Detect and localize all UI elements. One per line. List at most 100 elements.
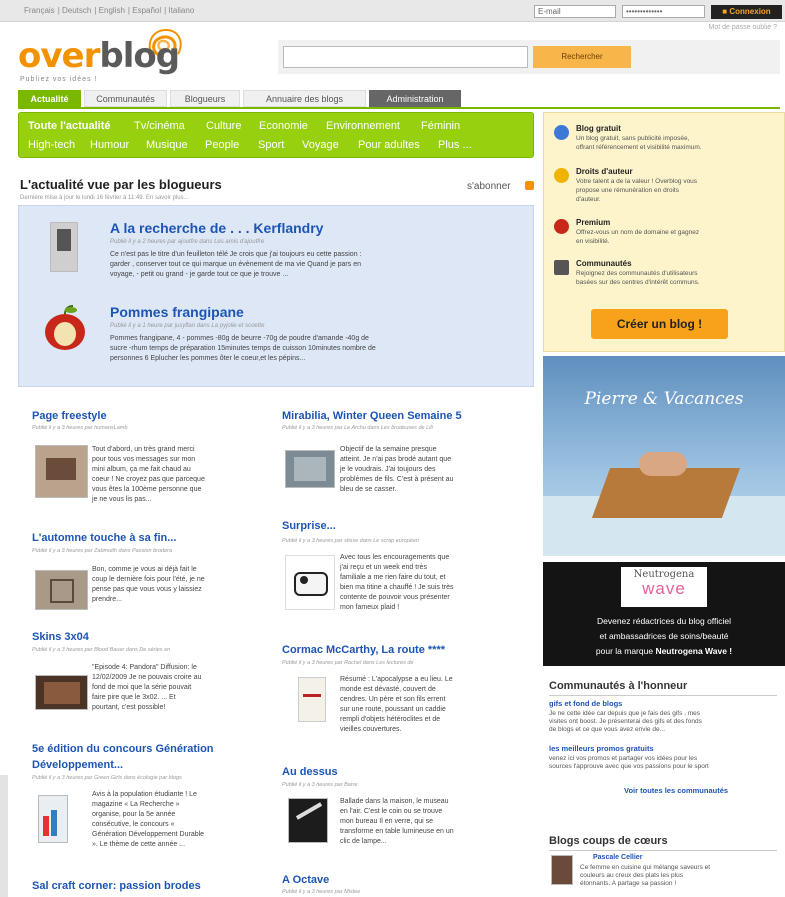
search-button[interactable]: Rechercher — [533, 46, 631, 68]
excerpt-line: Avis à la population étudiante ! Le — [92, 791, 197, 798]
lang-link[interactable]: English — [99, 6, 125, 15]
excerpt-line: garder , conserver tout ce qui marque un… — [110, 261, 361, 268]
blogger-name[interactable]: Pascale Cellier — [593, 854, 642, 861]
community-line: visites ont boost. Je présenterai des gi… — [549, 718, 702, 725]
post-title[interactable]: Surprise... — [282, 520, 336, 532]
pierre-vacances-ad[interactable]: Pierre & Vacances — [543, 356, 785, 556]
excerpt-line: sucre -rhum temps de préparation 15minut… — [110, 345, 376, 352]
category-link[interactable]: Humour — [90, 139, 129, 151]
blogger-avatar[interactable] — [551, 855, 573, 885]
photo-icon — [44, 682, 80, 704]
ad-line-plain: pour la marque — [595, 646, 656, 656]
lang-link[interactable]: Deutsch — [62, 6, 91, 15]
category-link[interactable]: Pour adultes — [358, 139, 420, 151]
category-link[interactable]: Culture — [206, 120, 241, 132]
category-link[interactable]: People — [205, 139, 239, 151]
lang-link[interactable]: Español — [132, 6, 161, 15]
excerpt-line: 12/02/2009 Je ne pouvais croire au — [92, 674, 202, 681]
post-title[interactable]: Page freestyle — [32, 410, 107, 422]
feature-title[interactable]: Premium — [576, 218, 610, 227]
tab-actualite[interactable]: Actualité — [18, 90, 81, 107]
tab-communautes[interactable]: Communautés — [84, 90, 167, 107]
tab-blogueurs[interactable]: Blogueurs — [170, 90, 240, 107]
overblog-logo[interactable]: overblog Publiez vos idées ! — [18, 28, 188, 86]
category-link[interactable]: Environnement — [326, 120, 400, 132]
logo-wordmark: overblog — [18, 36, 180, 76]
post-excerpt: Bon, comme je vous ai déjà fait le coup … — [92, 565, 205, 605]
password-field[interactable]: ••••••••••••• — [622, 5, 705, 18]
ad-line: Devenez rédactrices du blog officiel — [596, 616, 732, 626]
email-field[interactable]: E-mail — [534, 5, 616, 18]
featured-title[interactable]: A la recherche de . . . Kerflandry — [110, 220, 323, 236]
rss-icon[interactable] — [525, 181, 534, 190]
excerpt-line: mon bureau Il en verre, qui se — [340, 818, 433, 825]
medal-icon — [554, 219, 569, 234]
post-title[interactable]: Skins 3x04 — [32, 631, 89, 643]
create-blog-button[interactable]: Créer un blog ! — [591, 309, 728, 339]
forgot-password-link[interactable]: Mot de passe oublié ? — [709, 24, 778, 31]
post-thumbnail[interactable] — [298, 677, 326, 722]
category-link[interactable]: Sport — [258, 139, 284, 151]
category-link[interactable]: Toute l'actualité — [28, 120, 110, 132]
post-title[interactable]: L'automne touche à sa fin... — [32, 532, 176, 544]
lang-link[interactable]: Italiano — [168, 6, 194, 15]
post-thumbnail[interactable] — [38, 795, 68, 843]
excerpt-line: problèmes de fils. C'est à présent au — [340, 476, 454, 483]
post-thumbnail[interactable] — [288, 798, 328, 843]
post-title[interactable]: Sal craft corner: passion brodes — [32, 880, 201, 892]
lang-link[interactable]: Français — [24, 6, 55, 15]
feature-text: Un blog gratuit, sans publicité imposée,… — [576, 134, 702, 152]
tab-administration[interactable]: Administration — [369, 90, 461, 107]
post-title[interactable]: Cormac McCarthy, La route **** — [282, 644, 445, 656]
ad-line: et ambassadrices de soins/beauté — [599, 631, 729, 641]
post-thumbnail[interactable] — [285, 555, 335, 610]
featured-title[interactable]: Pommes frangipane — [110, 304, 244, 320]
post-thumbnail[interactable] — [35, 570, 88, 610]
blog-icon — [554, 125, 569, 140]
category-link[interactable]: Musique — [146, 139, 188, 151]
subscribe-link[interactable]: s'abonner — [467, 181, 511, 192]
apple-icon[interactable] — [41, 304, 89, 352]
post-excerpt: Tout d'abord, un très grand merci pour t… — [92, 445, 205, 505]
blogger-line: couleurs au creux des plats les plus — [580, 872, 683, 879]
category-link[interactable]: High-tech — [28, 139, 75, 151]
tab-annuaire[interactable]: Annuaire des blogs — [243, 90, 366, 107]
cow-icon — [294, 572, 328, 596]
photo-icon — [51, 810, 57, 836]
category-link[interactable]: Plus ... — [438, 139, 472, 151]
post-excerpt: Résumé : L'apocalypse a eu lieu. Le mond… — [340, 675, 453, 735]
cow-spot — [300, 576, 308, 584]
post-meta: Publié il y a 3 heures par Blood Bauer d… — [32, 647, 171, 653]
post-title[interactable]: Au dessus — [282, 766, 338, 778]
community-line: venez ici vos promos et partager vos idé… — [549, 755, 698, 762]
feature-title[interactable]: Blog gratuit — [576, 124, 621, 133]
excerpt-line: "Episode 4: Pandora" Diffusion: le — [92, 664, 197, 671]
post-thumbnail[interactable] — [35, 445, 88, 498]
see-all-communities-link[interactable]: Voir toutes les communautés — [624, 786, 728, 795]
feature-title[interactable]: Communautés — [576, 259, 632, 268]
category-link[interactable]: Voyage — [302, 139, 339, 151]
post-excerpt: Avis à la population étudiante ! Le maga… — [92, 790, 204, 850]
featured-meta: Publié il y a 1 heure par jusyflan dans … — [110, 323, 265, 329]
post-thumbnail[interactable] — [50, 222, 78, 272]
login-button[interactable]: ■ Connexion — [711, 5, 782, 19]
feature-line: basées sur des centres d'intérêt communs… — [576, 279, 700, 286]
category-link[interactable]: Féminin — [421, 120, 460, 132]
search-input[interactable] — [283, 46, 528, 68]
category-link[interactable]: Tv/cinéma — [134, 120, 185, 132]
logo-product: wave — [642, 579, 686, 598]
community-link[interactable]: gifs et fond de blogs — [549, 699, 622, 708]
post-thumbnail[interactable] — [35, 675, 88, 710]
feature-title[interactable]: Droits d'auteur — [576, 167, 633, 176]
post-title[interactable]: Mirabilia, Winter Queen Semaine 5 — [282, 410, 462, 422]
post-thumbnail[interactable] — [285, 450, 335, 488]
post-title[interactable]: 5e édition du concours Génération Dévelo… — [32, 741, 262, 773]
community-link[interactable]: les meilleurs promos gratuits — [549, 744, 654, 753]
category-link[interactable]: Economie — [259, 120, 308, 132]
excerpt-line: transforme en table lumineuse en un — [340, 828, 454, 835]
excerpt-line: consécutive, le concours « — [92, 821, 175, 828]
excerpt-line: organise, pour la 5e année — [92, 811, 176, 818]
neutrogena-ad[interactable]: Neutrogena wave Devenez rédactrices du b… — [543, 562, 785, 666]
book-icon — [303, 694, 321, 697]
post-title[interactable]: A Octave — [282, 874, 329, 886]
